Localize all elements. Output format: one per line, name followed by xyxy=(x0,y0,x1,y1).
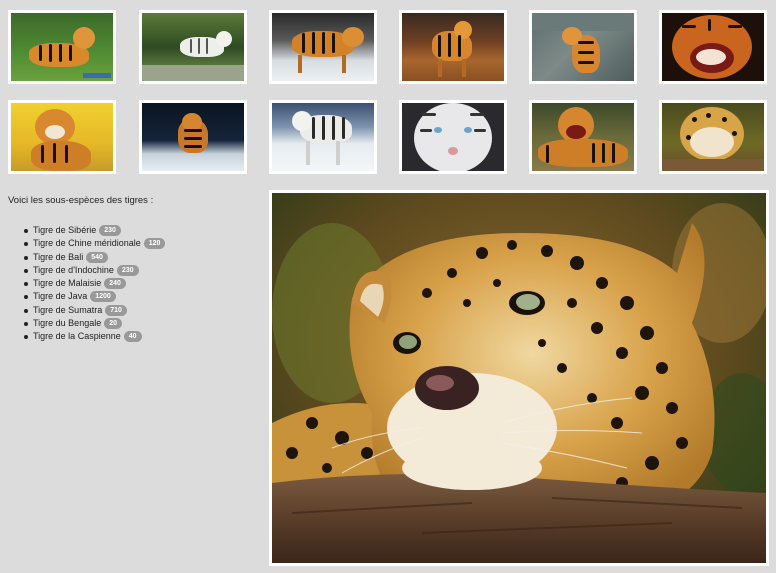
count-badge: 120 xyxy=(143,238,166,250)
thumbnail-1[interactable] xyxy=(8,10,116,84)
thumbnail-image xyxy=(532,103,634,171)
count-badge: 230 xyxy=(99,225,121,236)
main-photo[interactable] xyxy=(269,190,769,566)
thumbnail-image xyxy=(532,13,634,81)
count-badge: 230 xyxy=(116,264,139,276)
thumbnail-image xyxy=(142,103,244,171)
thumbnail-10[interactable] xyxy=(399,100,507,174)
list-item: Tigre de d'Indochine 230 xyxy=(23,264,165,277)
thumbnail-7[interactable] xyxy=(8,100,116,174)
list-item: Tigre de Java 1200 xyxy=(23,290,165,303)
thumbnail-image xyxy=(662,103,764,171)
thumbnail-image xyxy=(402,13,504,81)
species-link[interactable]: Tigre de Malaisie xyxy=(33,278,101,288)
count-badge: 240 xyxy=(104,278,126,290)
thumbnail-6[interactable] xyxy=(659,10,767,84)
thumbnail-11[interactable] xyxy=(529,100,637,174)
thumbnail-4[interactable] xyxy=(399,10,507,84)
species-intro: Voici les sous-espèces des tigres : xyxy=(8,195,154,206)
species-link[interactable]: Tigre du Bengale xyxy=(33,318,101,328)
list-item: Tigre de la Caspienne 40 xyxy=(23,330,165,343)
thumbnail-image xyxy=(272,13,374,81)
thumbnail-2[interactable] xyxy=(139,10,247,84)
species-link[interactable]: Tigre de Chine méridionale xyxy=(33,238,141,248)
thumbnail-image xyxy=(402,103,504,171)
thumbnail-image xyxy=(272,103,374,171)
list-item: Tigre de Chine méridionale 120 xyxy=(23,237,166,250)
list-item: Tigre de Malaisie 240 xyxy=(23,277,165,290)
species-link[interactable]: Tigre de la Caspienne xyxy=(33,331,121,341)
species-link[interactable]: Tigre de Sibérie xyxy=(33,225,96,235)
count-badge: 540 xyxy=(86,251,108,263)
list-item: Tigre du Bengale 20 xyxy=(23,317,165,330)
thumbnail-12[interactable] xyxy=(659,100,767,174)
count-badge: 710 xyxy=(105,304,127,316)
thumbnail-8[interactable] xyxy=(139,100,247,174)
thumbnail-5[interactable] xyxy=(529,10,637,84)
count-badge: 1200 xyxy=(90,291,116,303)
list-item: Tigre de Bali 540 xyxy=(23,251,165,264)
list-item: Tigre de Sumatra 710 xyxy=(23,304,165,317)
species-link[interactable]: Tigre de d'Indochine xyxy=(33,265,114,275)
count-badge: 20 xyxy=(104,318,123,330)
list-item: Tigre de Sibérie 230 xyxy=(23,224,165,237)
thumbnail-3[interactable] xyxy=(269,10,377,84)
species-link[interactable]: Tigre de Bali xyxy=(33,252,83,262)
thumbnail-image xyxy=(11,103,113,171)
thumbnail-image xyxy=(142,13,244,81)
species-link[interactable]: Tigre de Sumatra xyxy=(33,305,102,315)
species-list: Tigre de Sibérie 230 Tigre de Chine mérid… xyxy=(23,224,166,344)
main-photo-image xyxy=(272,193,766,563)
species-link[interactable]: Tigre de Java xyxy=(33,291,87,301)
gallery-page: Voici les sous-espèces des tigres : Tigr… xyxy=(0,0,776,573)
thumbnail-image xyxy=(662,13,764,81)
count-badge: 40 xyxy=(123,331,142,343)
thumbnail-image xyxy=(11,13,113,81)
thumbnail-9[interactable] xyxy=(269,100,377,174)
